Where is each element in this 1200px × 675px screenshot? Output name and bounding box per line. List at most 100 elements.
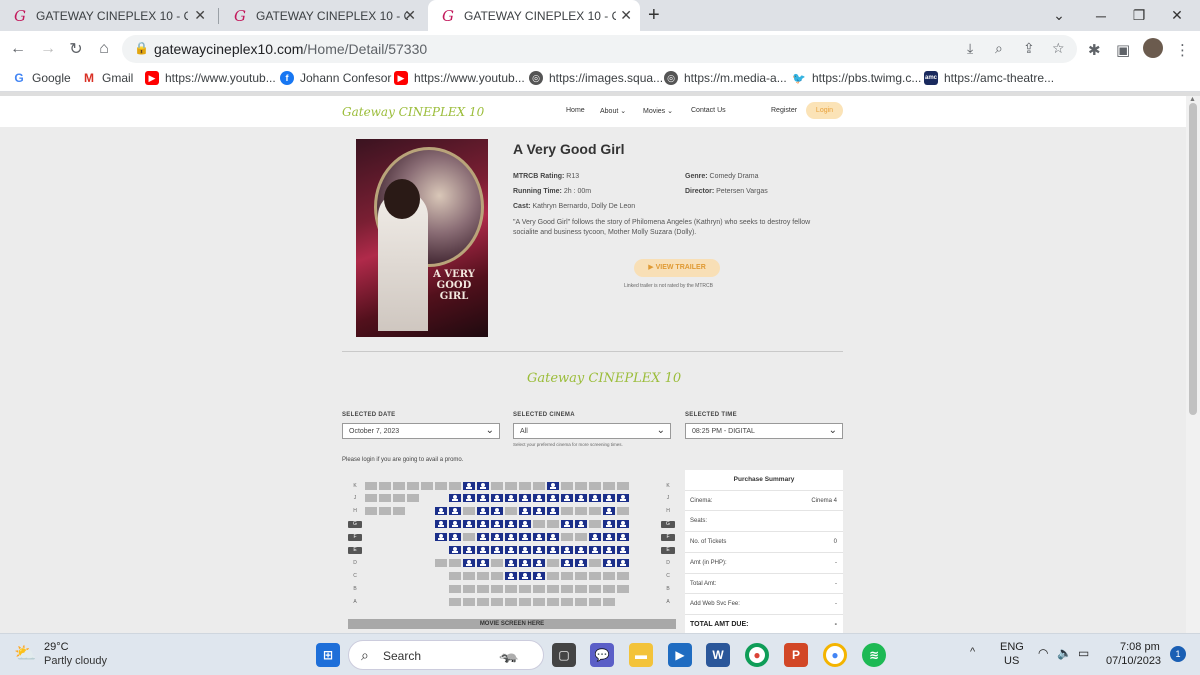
seat-available[interactable] — [589, 598, 601, 606]
seat-available[interactable] — [463, 598, 475, 606]
seat-available[interactable] — [505, 598, 517, 606]
seat-available[interactable] — [379, 507, 391, 515]
chrome-icon[interactable]: ● — [745, 643, 769, 667]
close-window-icon[interactable]: ✕ — [1154, 0, 1200, 31]
chat-icon[interactable]: 💬 — [590, 643, 614, 667]
seat-available[interactable] — [407, 482, 419, 490]
seat-available[interactable] — [491, 482, 503, 490]
nav-contact-us[interactable]: Contact Us — [691, 107, 726, 114]
browser-tab-2[interactable]: G GATEWAY CINEPLEX 10 - ONLIN ✕ — [220, 0, 424, 31]
seat-available[interactable] — [463, 533, 475, 541]
scrollbar-thumb[interactable] — [1189, 103, 1197, 415]
seat-available[interactable] — [463, 572, 475, 580]
seat-available[interactable] — [491, 559, 503, 567]
seat-available[interactable] — [589, 585, 601, 593]
seat-available[interactable] — [407, 494, 419, 502]
seat-available[interactable] — [463, 585, 475, 593]
volume-icon[interactable]: 🔈 — [1057, 646, 1072, 660]
tab-search-icon[interactable]: ⌄ — [1036, 0, 1082, 31]
seat-available[interactable] — [449, 572, 461, 580]
zoom-icon[interactable]: ⌕ — [995, 40, 1003, 57]
share-icon[interactable]: ⇪ — [1023, 40, 1035, 57]
bookmark-media-amazon[interactable]: ◎ https://m.media-a... — [664, 71, 787, 85]
seat-available[interactable] — [379, 482, 391, 490]
date-select[interactable]: October 7, 2023 ⌄ — [342, 423, 500, 439]
seat-available[interactable] — [603, 572, 615, 580]
seat-available[interactable] — [561, 482, 573, 490]
browser-tab-3-active[interactable]: G GATEWAY CINEPLEX 10 - ONLIN ✕ — [428, 0, 640, 31]
seat-available[interactable] — [449, 598, 461, 606]
seat-available[interactable] — [547, 559, 559, 567]
reload-icon[interactable]: ↻ — [66, 39, 86, 59]
side-panel-icon[interactable]: ▣ — [1116, 41, 1130, 59]
seat-available[interactable] — [505, 482, 517, 490]
seat-available[interactable] — [393, 482, 405, 490]
weather-icon[interactable]: ⛅ — [14, 643, 36, 664]
seat-available[interactable] — [393, 494, 405, 502]
seat-available[interactable] — [449, 559, 461, 567]
seat-available[interactable] — [491, 598, 503, 606]
seat-available[interactable] — [463, 507, 475, 515]
seat-available[interactable] — [505, 507, 517, 515]
forward-icon[interactable]: → — [38, 39, 58, 59]
spotify-icon[interactable]: ≋ — [862, 643, 886, 667]
seat-available[interactable] — [519, 585, 531, 593]
seat-available[interactable] — [435, 559, 447, 567]
seat-available[interactable] — [589, 507, 601, 515]
seat-available[interactable] — [547, 585, 559, 593]
browser-tab-1[interactable]: G GATEWAY CINEPLEX 10 - ONLIN ✕ — [0, 0, 214, 31]
site-logo[interactable]: Gateway CINEPLEX 10 — [342, 105, 484, 119]
seat-available[interactable] — [603, 598, 615, 606]
seat-available[interactable] — [365, 482, 377, 490]
seat-available[interactable] — [477, 572, 489, 580]
seat-available[interactable] — [561, 507, 573, 515]
bookmark-youtube-1[interactable]: ▶ https://www.youtub... — [145, 71, 276, 85]
seat-available[interactable] — [477, 585, 489, 593]
seat-available[interactable] — [617, 585, 629, 593]
seat-available[interactable] — [533, 598, 545, 606]
seat-available[interactable] — [393, 507, 405, 515]
task-view-icon[interactable]: ▢ — [552, 643, 576, 667]
powerpoint-icon[interactable]: P — [784, 643, 808, 667]
seat-available[interactable] — [617, 572, 629, 580]
tray-overflow-icon[interactable]: ^ — [970, 646, 975, 658]
seat-available[interactable] — [589, 572, 601, 580]
nav-home[interactable]: Home — [566, 107, 585, 114]
install-icon[interactable]: ⤓ — [967, 40, 973, 57]
weather-desc[interactable]: Partly cloudy — [44, 655, 107, 667]
seat-available[interactable] — [505, 585, 517, 593]
seat-available[interactable] — [547, 572, 559, 580]
clock-time[interactable]: 7:08 pm — [1120, 641, 1160, 653]
battery-icon[interactable]: ▭ — [1078, 646, 1089, 660]
seat-available[interactable] — [603, 482, 615, 490]
seat-available[interactable] — [379, 494, 391, 502]
word-icon[interactable]: W — [706, 643, 730, 667]
seat-available[interactable] — [575, 533, 587, 541]
seat-available[interactable] — [519, 598, 531, 606]
extensions-icon[interactable]: ✱ — [1088, 41, 1101, 59]
seat-available[interactable] — [589, 482, 601, 490]
seat-available[interactable] — [533, 482, 545, 490]
chrome-beta-icon[interactable]: ● — [823, 643, 847, 667]
seat-available[interactable] — [365, 507, 377, 515]
bookmark-star-icon[interactable]: ☆ — [1052, 40, 1065, 57]
time-select[interactable]: 08:25 PM - DIGITAL ⌄ — [685, 423, 843, 439]
seat-available[interactable] — [561, 572, 573, 580]
bookmark-facebook[interactable]: f Johann Confesor — [280, 71, 391, 85]
seat-available[interactable] — [533, 585, 545, 593]
view-trailer-button[interactable]: ▶ VIEW TRAILER — [634, 259, 720, 277]
new-tab-button[interactable]: + — [648, 4, 660, 27]
seat-available[interactable] — [575, 585, 587, 593]
seat-available[interactable] — [435, 482, 447, 490]
seat-available[interactable] — [589, 559, 601, 567]
close-tab-icon[interactable]: ✕ — [404, 7, 416, 24]
start-icon[interactable]: ⊞ — [316, 643, 340, 667]
seat-available[interactable] — [617, 482, 629, 490]
bookmark-amc-theatres[interactable]: amc https://amc-theatre... — [924, 71, 1054, 85]
bookmark-google[interactable]: G Google — [12, 71, 71, 85]
profile-avatar[interactable] — [1143, 38, 1163, 58]
seat-available[interactable] — [603, 585, 615, 593]
nav-about[interactable]: About ⌄ — [600, 107, 626, 115]
menu-icon[interactable]: ⋮ — [1175, 41, 1190, 59]
seat-available[interactable] — [575, 598, 587, 606]
